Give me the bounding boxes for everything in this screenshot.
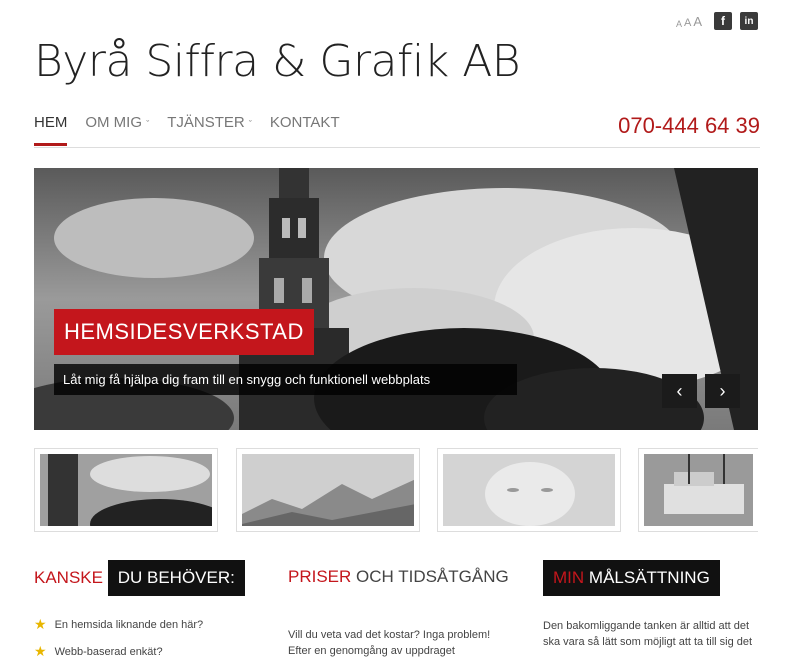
thumbnail-3[interactable]: [437, 448, 621, 532]
column-heading: KANSKE DU BEHÖVER:: [34, 560, 245, 596]
chevron-down-icon: ˇ: [146, 119, 150, 129]
column-malsattning: MIN MÅLSÄTTNING Den bakomliggande tanken…: [543, 560, 752, 650]
thumbnail-image: [443, 454, 615, 526]
heading-red-word: MIN: [553, 568, 585, 587]
top-utility-bar: A A A f in: [676, 12, 758, 30]
nav-item-om-mig[interactable]: OM MIG ˇ: [85, 114, 149, 146]
thumbnail-4[interactable]: [638, 448, 758, 532]
slide-subtitle: Låt mig få hjälpa dig fram till en snygg…: [54, 364, 517, 395]
paragraph-line: Efter en genomgång av uppdraget: [288, 645, 455, 657]
column-heading: MIN MÅLSÄTTNING: [543, 560, 752, 596]
column-heading: PRISER OCH TIDSÅTGÅNG: [288, 567, 509, 587]
thumbnail-1[interactable]: [34, 448, 218, 532]
star-icon: ★: [34, 616, 47, 632]
linkedin-icon[interactable]: in: [740, 12, 758, 30]
nav-item-label: KONTAKT: [269, 114, 340, 131]
chevron-right-icon: ›: [719, 380, 726, 401]
list-item[interactable]: ★ Webb-baserad enkät?: [34, 643, 245, 660]
column-text: Den bakomliggande tanken är alltid att d…: [543, 618, 752, 650]
slider-next-button[interactable]: ›: [705, 374, 740, 408]
font-size-large[interactable]: A: [693, 14, 702, 29]
facebook-icon[interactable]: f: [714, 12, 732, 30]
heading-red-word: PRISER: [288, 567, 352, 586]
main-navigation: HEM OM MIG ˇ TJÄNSTER ˇ KONTAKT: [34, 114, 340, 146]
slide-title: HEMSIDESVERKSTAD: [54, 309, 314, 355]
column-kanske: KANSKE DU BEHÖVER: ★ En hemsida liknande …: [34, 560, 245, 670]
nav-item-kontakt[interactable]: KONTAKT: [270, 114, 340, 146]
nav-divider: [34, 147, 760, 148]
service-list: ★ En hemsida liknande den här? ★ Webb-base…: [34, 616, 245, 660]
thumbnail-image: [40, 454, 212, 526]
heading-red-word: KANSKE: [34, 568, 103, 587]
nav-item-label: HEM: [34, 114, 68, 131]
heading-rest: OCH TIDSÅTGÅNG: [351, 567, 509, 586]
font-size-controls: A A A: [676, 14, 702, 29]
heading-box: DU BEHÖVER:: [107, 560, 245, 596]
font-size-medium[interactable]: A: [684, 17, 691, 29]
thumbnail-image: [242, 454, 414, 526]
star-icon: ★: [34, 643, 47, 659]
column-priser: PRISER OCH TIDSÅTGÅNG Vill du veta vad d…: [288, 567, 509, 659]
font-size-small[interactable]: A: [676, 19, 682, 29]
column-text: Vill du veta vad det kostar? Inga proble…: [288, 627, 509, 659]
thumbnail-image: [644, 454, 753, 526]
list-item[interactable]: ★ En hemsida liknande den här?: [34, 616, 245, 633]
heading-box-text: MÅLSÄTTNING: [588, 568, 710, 587]
heading-box: MIN MÅLSÄTTNING: [543, 560, 720, 596]
paragraph-line: Vill du veta vad det kostar? Inga proble…: [288, 629, 491, 641]
chevron-left-icon: ‹: [676, 380, 683, 401]
list-item-text: En hemsida liknande den här?: [54, 618, 204, 631]
nav-item-hem[interactable]: HEM: [34, 114, 68, 146]
nav-item-tjanster[interactable]: TJÄNSTER ˇ: [167, 114, 252, 146]
chevron-down-icon: ˇ: [248, 119, 252, 129]
thumbnail-2[interactable]: [236, 448, 420, 532]
nav-item-label: OM MIG: [85, 114, 143, 131]
slider-prev-button[interactable]: ‹: [662, 374, 697, 408]
paragraph-line: Den bakomliggande tanken är alltid att d…: [543, 620, 750, 632]
nav-item-label: TJÄNSTER: [167, 114, 245, 131]
site-logo[interactable]: Byrå Siffra & Grafik AB: [34, 36, 521, 87]
paragraph-line: ska vara så lätt som möjligt att ta till…: [543, 636, 753, 648]
hero-slider: HEMSIDESVERKSTAD Låt mig få hjälpa dig f…: [34, 168, 758, 430]
phone-number[interactable]: 070-444 64 39: [618, 113, 760, 139]
slider-thumbnails: [34, 448, 758, 532]
list-item-text: Webb-baserad enkät?: [54, 645, 163, 658]
